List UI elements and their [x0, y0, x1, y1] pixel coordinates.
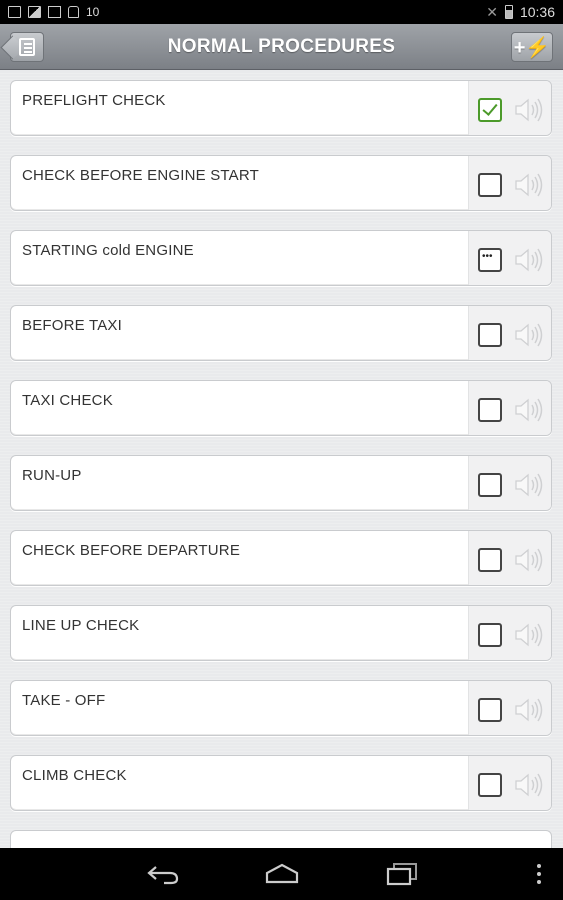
- checklist-item-label: LINE UP CHECK: [22, 617, 140, 634]
- speaker-icon[interactable]: [514, 322, 544, 348]
- speaker-icon[interactable]: [514, 622, 544, 648]
- menu-icon[interactable]: [535, 862, 543, 886]
- checklist-item-partial[interactable]: [10, 830, 552, 848]
- checklist-item-controls: [468, 231, 551, 285]
- checklist-item[interactable]: CLIMB CHECK: [10, 755, 552, 811]
- checklist-item-label: CHECK BEFORE ENGINE START: [22, 167, 259, 184]
- speaker-icon[interactable]: [514, 397, 544, 423]
- checkbox[interactable]: [478, 323, 502, 347]
- checkbox[interactable]: [478, 623, 502, 647]
- checkbox[interactable]: [478, 398, 502, 422]
- checkbox[interactable]: [478, 473, 502, 497]
- checklist-item-label: BEFORE TAXI: [22, 317, 123, 334]
- checklist-item-controls: [468, 606, 551, 660]
- checklist-item-controls: [468, 306, 551, 360]
- checklist-item-controls: [468, 381, 551, 435]
- checklist-item-label: PREFLIGHT CHECK: [22, 92, 166, 109]
- checklist-item-label: TAXI CHECK: [22, 392, 113, 409]
- navigation-bar: [0, 848, 563, 900]
- checklist-item[interactable]: PREFLIGHT CHECK: [10, 80, 552, 136]
- checklist-item[interactable]: TAKE - OFF: [10, 680, 552, 736]
- speaker-icon[interactable]: [514, 772, 544, 798]
- checklist-item-label: CHECK BEFORE DEPARTURE: [22, 542, 241, 559]
- back-button[interactable]: [10, 32, 44, 62]
- checklist-item-label: CLIMB CHECK: [22, 767, 127, 784]
- recent-apps-icon[interactable]: [385, 862, 419, 886]
- checkbox-in-progress[interactable]: [478, 248, 502, 272]
- add-button[interactable]: +⚡: [511, 32, 553, 62]
- checkbox[interactable]: [478, 548, 502, 572]
- checklist-item[interactable]: LINE UP CHECK: [10, 605, 552, 661]
- checklist-item-controls: [468, 456, 551, 510]
- checklist-item-controls: [468, 681, 551, 735]
- window-icon: [8, 6, 21, 18]
- checklist-item[interactable]: BEFORE TAXI: [10, 305, 552, 361]
- checklist-item-label: RUN-UP: [22, 467, 82, 484]
- notification-count: 10: [86, 5, 100, 19]
- checklist-item[interactable]: TAXI CHECK: [10, 380, 552, 436]
- checkbox[interactable]: [478, 173, 502, 197]
- silent-icon: ✕: [486, 3, 498, 20]
- title-bar: NORMAL PROCEDURES +⚡: [0, 24, 563, 70]
- speaker-icon[interactable]: [514, 547, 544, 573]
- checkbox-checked[interactable]: [478, 98, 502, 122]
- checklist-item[interactable]: RUN-UP: [10, 455, 552, 511]
- checklist[interactable]: PREFLIGHT CHECK CHECK BEFORE ENGINE START…: [0, 71, 563, 848]
- checklist-item-label: STARTING cold ENGINE: [22, 242, 194, 259]
- checklist-item-controls: [468, 156, 551, 210]
- image-icon: [28, 6, 41, 18]
- speaker-icon[interactable]: [514, 247, 544, 273]
- status-time: 10:36: [519, 4, 555, 20]
- home-icon[interactable]: [264, 862, 300, 886]
- status-bar: 10 ✕ 10:36: [0, 0, 563, 24]
- list-icon: [19, 38, 35, 56]
- speaker-icon[interactable]: [514, 472, 544, 498]
- checklist-item[interactable]: CHECK BEFORE DEPARTURE: [10, 530, 552, 586]
- checkbox[interactable]: [478, 773, 502, 797]
- bag-icon: [68, 6, 79, 18]
- checklist-item-controls: [468, 81, 551, 135]
- speaker-icon[interactable]: [514, 97, 544, 123]
- checklist-item-label: TAKE - OFF: [22, 692, 106, 709]
- checklist-item[interactable]: STARTING cold ENGINE: [10, 230, 552, 286]
- back-nav-icon[interactable]: [146, 862, 180, 886]
- checkbox[interactable]: [478, 698, 502, 722]
- page-title: NORMAL PROCEDURES: [167, 35, 396, 57]
- checklist-item-controls: [468, 756, 551, 810]
- checklist-item-controls: [468, 531, 551, 585]
- mail-icon: [48, 6, 61, 18]
- checklist-item[interactable]: CHECK BEFORE ENGINE START: [10, 155, 552, 211]
- speaker-icon[interactable]: [514, 697, 544, 723]
- speaker-icon[interactable]: [514, 172, 544, 198]
- battery-icon: [504, 5, 513, 19]
